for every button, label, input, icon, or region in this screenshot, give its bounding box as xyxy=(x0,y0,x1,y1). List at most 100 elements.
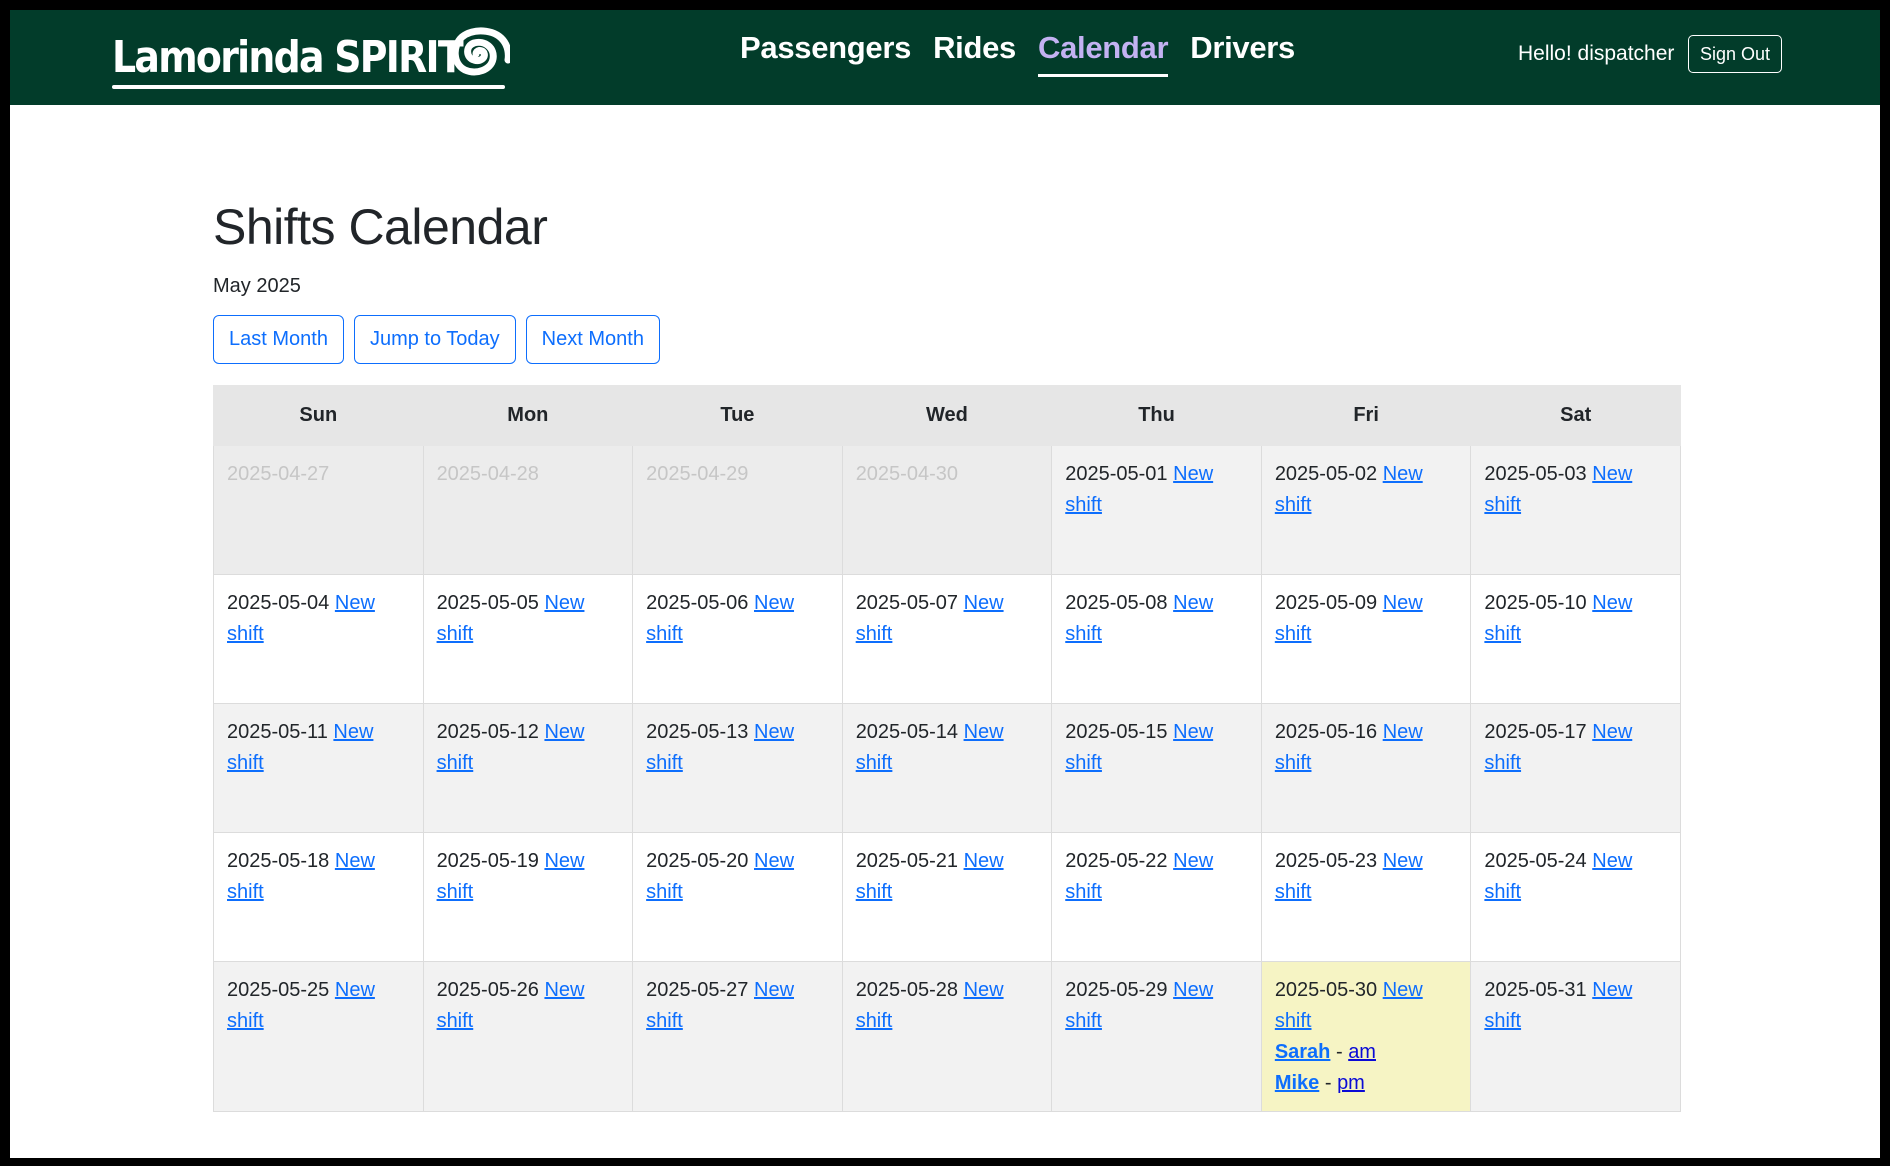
day-date: 2025-04-28 xyxy=(436,463,539,485)
calendar-day-cell: 2025-05-12 New shift xyxy=(422,703,634,833)
day-date: 2025-05-19 xyxy=(436,850,539,872)
shift-period-link[interactable]: am xyxy=(1348,1041,1376,1063)
day-date: 2025-04-29 xyxy=(646,463,749,485)
weekday-header: Fri xyxy=(1260,385,1472,446)
calendar-day-cell: 2025-05-11 New shift xyxy=(213,703,424,833)
calendar-day-cell: 2025-05-29 New shift xyxy=(1051,961,1262,1112)
calendar-day-cell: 2025-05-30 New shift Sarah - am Mike - pm xyxy=(1260,961,1472,1112)
day-date: 2025-05-25 xyxy=(227,979,330,1001)
calendar-body: 2025-04-27 2025-04-28 2025-04-29 2025-04-30… xyxy=(213,445,1681,1112)
calendar-day-cell: 2025-04-29 xyxy=(632,445,843,575)
calendar-day-cell: 2025-05-02 New shift xyxy=(1260,445,1472,575)
calendar-day-cell: 2025-05-04 New shift xyxy=(213,574,424,704)
day-date: 2025-05-30 xyxy=(1274,979,1378,1001)
calendar-day-cell: 2025-05-31 New shift xyxy=(1470,961,1681,1112)
day-date: 2025-05-07 xyxy=(855,592,958,614)
calendar-week-row: 2025-05-04 New shift 2025-05-05 New shift… xyxy=(213,574,1681,704)
weekday-header: Thu xyxy=(1051,385,1262,446)
calendar-day-cell: 2025-05-16 New shift xyxy=(1260,703,1472,833)
calendar-day-cell: 2025-05-24 New shift xyxy=(1470,832,1681,962)
calendar-day-cell: 2025-05-09 New shift xyxy=(1260,574,1472,704)
calendar-day-cell: 2025-05-25 New shift xyxy=(213,961,424,1112)
day-date: 2025-05-24 xyxy=(1484,850,1587,872)
shift-separator: - xyxy=(1319,1072,1338,1094)
day-date: 2025-05-26 xyxy=(436,979,539,1001)
shift-entry: Mike - pm xyxy=(1275,1068,1459,1099)
calendar-day-cell: 2025-05-07 New shift xyxy=(841,574,1053,704)
month-label: May 2025 xyxy=(213,275,301,297)
calendar-day-cell: 2025-05-01 New shift xyxy=(1051,445,1262,575)
calendar-day-cell: 2025-04-27 xyxy=(213,445,424,575)
nav-rides[interactable]: Rides xyxy=(933,30,1016,77)
day-date: 2025-05-03 xyxy=(1484,463,1587,485)
brand-name: Lamorinda SPIRIT xyxy=(112,31,464,83)
day-date: 2025-05-28 xyxy=(855,979,958,1001)
day-date: 2025-05-14 xyxy=(855,721,958,743)
day-date: 2025-05-20 xyxy=(646,850,749,872)
calendar-day-cell: 2025-05-21 New shift xyxy=(841,832,1053,962)
day-date: 2025-05-02 xyxy=(1274,463,1378,485)
calendar-day-cell: 2025-05-23 New shift xyxy=(1260,832,1472,962)
sign-out-button[interactable]: Sign Out xyxy=(1688,35,1782,73)
day-date: 2025-04-30 xyxy=(855,463,958,485)
calendar-day-cell: 2025-05-06 New shift xyxy=(632,574,843,704)
page-title: Shifts Calendar xyxy=(213,199,548,255)
calendar-week-row: 2025-04-27 2025-04-28 2025-04-29 2025-04-30… xyxy=(213,445,1681,575)
day-date: 2025-05-21 xyxy=(855,850,958,872)
day-date: 2025-05-01 xyxy=(1065,463,1168,485)
calendar-day-cell: 2025-05-15 New shift xyxy=(1051,703,1262,833)
brand-underline xyxy=(112,85,505,89)
day-date: 2025-05-11 xyxy=(227,721,328,743)
page: Lamorinda SPIRIT Passengers Rides Calend… xyxy=(10,10,1880,1158)
shift-driver-link[interactable]: Sarah xyxy=(1275,1041,1331,1063)
weekday-header: Tue xyxy=(632,385,843,446)
shift-period-link[interactable]: pm xyxy=(1337,1072,1365,1094)
month-nav-buttons: Last Month Jump to Today Next Month xyxy=(213,315,660,364)
nav-drivers[interactable]: Drivers xyxy=(1190,30,1295,77)
shift-separator: - xyxy=(1330,1041,1349,1063)
day-date: 2025-05-15 xyxy=(1065,721,1168,743)
brand-logo[interactable]: Lamorinda SPIRIT xyxy=(112,22,519,92)
calendar-week-row: 2025-05-18 New shift 2025-05-19 New shift… xyxy=(213,832,1681,962)
nav-passengers[interactable]: Passengers xyxy=(740,30,911,77)
navbar: Lamorinda SPIRIT Passengers Rides Calend… xyxy=(10,10,1880,105)
calendar-day-cell: 2025-05-05 New shift xyxy=(422,574,634,704)
calendar-day-cell: 2025-05-03 New shift xyxy=(1470,445,1681,575)
day-date: 2025-05-23 xyxy=(1274,850,1378,872)
main-nav: Passengers Rides Calendar Drivers xyxy=(740,30,1295,77)
weekday-header: Sun xyxy=(213,385,424,446)
day-date: 2025-05-10 xyxy=(1484,592,1587,614)
day-date: 2025-05-04 xyxy=(227,592,330,614)
weekday-header: Sat xyxy=(1470,385,1681,446)
day-date: 2025-05-09 xyxy=(1274,592,1378,614)
swirl-logo-icon xyxy=(451,27,510,76)
calendar-day-cell: 2025-05-18 New shift xyxy=(213,832,424,962)
day-date: 2025-05-31 xyxy=(1484,979,1587,1001)
last-month-button[interactable]: Last Month xyxy=(213,315,344,364)
day-date: 2025-05-29 xyxy=(1065,979,1168,1001)
day-date: 2025-05-18 xyxy=(227,850,330,872)
calendar-day-cell: 2025-05-17 New shift xyxy=(1470,703,1681,833)
day-date: 2025-05-22 xyxy=(1065,850,1168,872)
calendar-day-cell: 2025-05-20 New shift xyxy=(632,832,843,962)
shift-driver-link[interactable]: Mike xyxy=(1275,1072,1319,1094)
calendar-day-cell: 2025-05-27 New shift xyxy=(632,961,843,1112)
calendar-day-cell: 2025-05-10 New shift xyxy=(1470,574,1681,704)
calendar-day-cell: 2025-04-30 xyxy=(841,445,1053,575)
calendar-day-cell: 2025-05-28 New shift xyxy=(841,961,1053,1112)
calendar-day-cell: 2025-05-14 New shift xyxy=(841,703,1053,833)
day-date: 2025-05-08 xyxy=(1065,592,1168,614)
weekday-header-row: Sun Mon Tue Wed Thu Fri Sat xyxy=(213,385,1681,446)
calendar-day-cell: 2025-05-26 New shift xyxy=(422,961,634,1112)
calendar-week-row: 2025-05-25 New shift 2025-05-26 New shift… xyxy=(213,961,1681,1112)
shift-entry: Sarah - am xyxy=(1275,1037,1459,1068)
nav-calendar[interactable]: Calendar xyxy=(1037,30,1169,77)
calendar-day-cell: 2025-04-28 xyxy=(422,445,634,575)
calendar-day-cell: 2025-05-13 New shift xyxy=(632,703,843,833)
day-date: 2025-05-12 xyxy=(436,721,539,743)
day-date: 2025-05-16 xyxy=(1274,721,1378,743)
calendar-day-cell: 2025-05-22 New shift xyxy=(1051,832,1262,962)
next-month-button[interactable]: Next Month xyxy=(525,315,660,364)
jump-to-today-button[interactable]: Jump to Today xyxy=(353,315,516,364)
day-date: 2025-05-13 xyxy=(646,721,749,743)
